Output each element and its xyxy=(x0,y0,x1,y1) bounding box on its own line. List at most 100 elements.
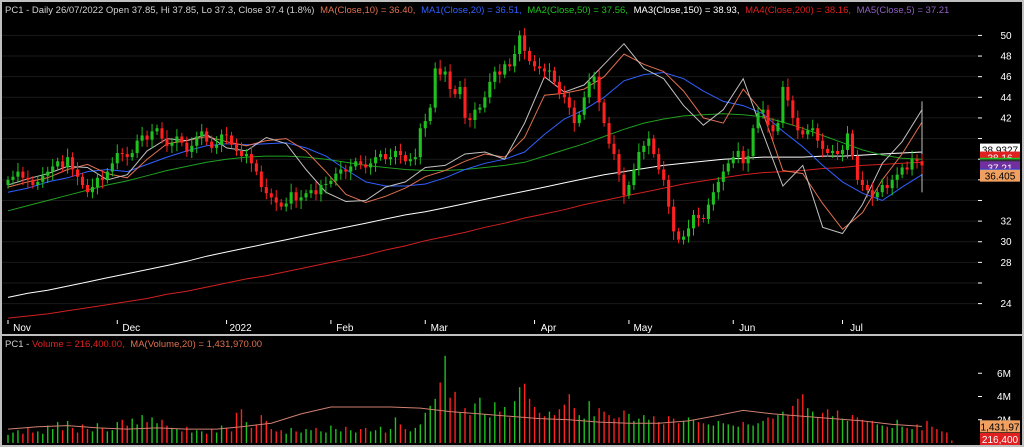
candle-body xyxy=(726,163,730,172)
month-tick-label: Feb xyxy=(336,323,354,334)
price-panel[interactable] xyxy=(2,2,978,320)
candle-body xyxy=(249,154,253,164)
candle-body xyxy=(289,192,293,204)
price-tick-label: 46 xyxy=(1000,72,1012,83)
month-tick-label: Nov xyxy=(13,323,31,334)
month-axis-panel xyxy=(2,320,1022,334)
candle-body xyxy=(612,143,616,155)
candle-body xyxy=(751,128,755,157)
candle-body xyxy=(349,166,353,172)
candle-body xyxy=(711,192,715,205)
volume-tick-label: 4M xyxy=(997,392,1011,403)
candle-body xyxy=(696,214,701,218)
candle-body xyxy=(463,86,467,118)
candle-body xyxy=(294,192,298,201)
candle-body xyxy=(860,179,864,185)
candle-body xyxy=(369,163,373,168)
candle-body xyxy=(731,157,735,164)
candle-body xyxy=(910,159,914,170)
candle-body xyxy=(493,71,497,82)
candle-body xyxy=(100,177,104,180)
candle-body xyxy=(344,169,348,172)
candle-body xyxy=(746,156,750,164)
price-tick-label: 28 xyxy=(1000,258,1012,269)
candle-body xyxy=(264,187,268,194)
candle-body xyxy=(205,131,209,142)
candle-body xyxy=(229,135,234,145)
candle-body xyxy=(657,154,661,170)
price-header-ma1: MA1(Close,20) = 36.51, xyxy=(421,5,522,16)
candle-body xyxy=(905,167,909,170)
candle-body xyxy=(16,171,20,177)
price-badge-label: 36.405 xyxy=(985,172,1016,183)
candle-body xyxy=(120,153,124,155)
candle-body xyxy=(806,130,810,135)
volume-badge-label: 216,400 xyxy=(982,435,1019,446)
candle-body xyxy=(662,169,666,180)
candle-body xyxy=(607,123,611,144)
month-tick-label: Dec xyxy=(122,323,140,334)
candle-body xyxy=(215,144,219,148)
candle-body xyxy=(533,61,537,67)
candle-body xyxy=(716,181,720,193)
candle-body xyxy=(652,138,656,155)
candle-body xyxy=(736,150,740,158)
candle-body xyxy=(781,86,785,124)
candle-body xyxy=(632,169,636,185)
candle-body xyxy=(364,164,368,168)
candle-body xyxy=(836,150,840,155)
candle-body xyxy=(56,161,60,167)
candle-body xyxy=(592,76,596,82)
candle xyxy=(602,98,606,127)
candle-body xyxy=(438,68,442,75)
price-header-ma2: MA2(Close,50) = 37.56, xyxy=(527,5,628,16)
candle-body xyxy=(518,35,522,54)
month-tick-label: Jul xyxy=(850,323,863,334)
price-tick-label: 50 xyxy=(1000,31,1012,42)
candle-body xyxy=(637,151,641,170)
candle-body xyxy=(90,187,94,193)
candle-body xyxy=(801,130,805,135)
candle-body xyxy=(339,169,343,174)
candle-body xyxy=(701,218,705,220)
candle-body xyxy=(706,204,710,220)
candle-body xyxy=(562,94,566,98)
candle-body xyxy=(66,157,70,168)
candle-body xyxy=(791,100,795,118)
price-header-ma4: MA4(Close,200) = 38.16, xyxy=(745,5,851,16)
candle-body xyxy=(428,107,432,122)
volume-badge: 216,400 xyxy=(980,433,1020,446)
candle-body xyxy=(388,157,393,160)
candle-body xyxy=(393,150,397,158)
candle-body xyxy=(110,163,114,172)
candle-body xyxy=(885,184,889,189)
candle-body xyxy=(468,117,472,120)
candle xyxy=(433,62,437,113)
candle-body xyxy=(200,131,204,137)
candle-body xyxy=(210,141,214,148)
candle-body xyxy=(244,154,248,157)
candle-body xyxy=(741,150,745,164)
candle-body xyxy=(135,140,139,154)
candle-body xyxy=(915,159,919,162)
candle-body xyxy=(125,154,129,158)
price-header: PC1 - Daily 26/07/2022 Open 37.85, Hi 37… xyxy=(5,5,949,16)
candle-body xyxy=(274,197,278,203)
price-axis-badges: 38.932738.1637.55537.437.2136.50536.405 xyxy=(980,143,1020,183)
chart-window: 24 28 30 32 42 44 46 48 50 38.932738.1637.55537.… xyxy=(0,0,1024,447)
volume-header-volume: Volume = 216,400.00, xyxy=(32,339,125,350)
price-header-ma5: MA5(Close,5) = 37.21 xyxy=(857,5,950,16)
candle-body xyxy=(413,157,417,160)
candle-body xyxy=(811,128,815,131)
candle-body xyxy=(95,177,99,188)
month-tick-label: 2022 xyxy=(229,323,252,334)
candle-body xyxy=(239,150,244,157)
volume-header-ma: MA(Volume,20) = 1,431,970.00 xyxy=(130,339,262,350)
candle-body xyxy=(900,167,904,175)
candle-body xyxy=(324,183,328,185)
candle-body xyxy=(572,107,576,124)
candle xyxy=(781,80,785,128)
candle-body xyxy=(319,184,323,195)
candle-body xyxy=(622,174,626,196)
month-tick-label: Mar xyxy=(431,323,449,334)
